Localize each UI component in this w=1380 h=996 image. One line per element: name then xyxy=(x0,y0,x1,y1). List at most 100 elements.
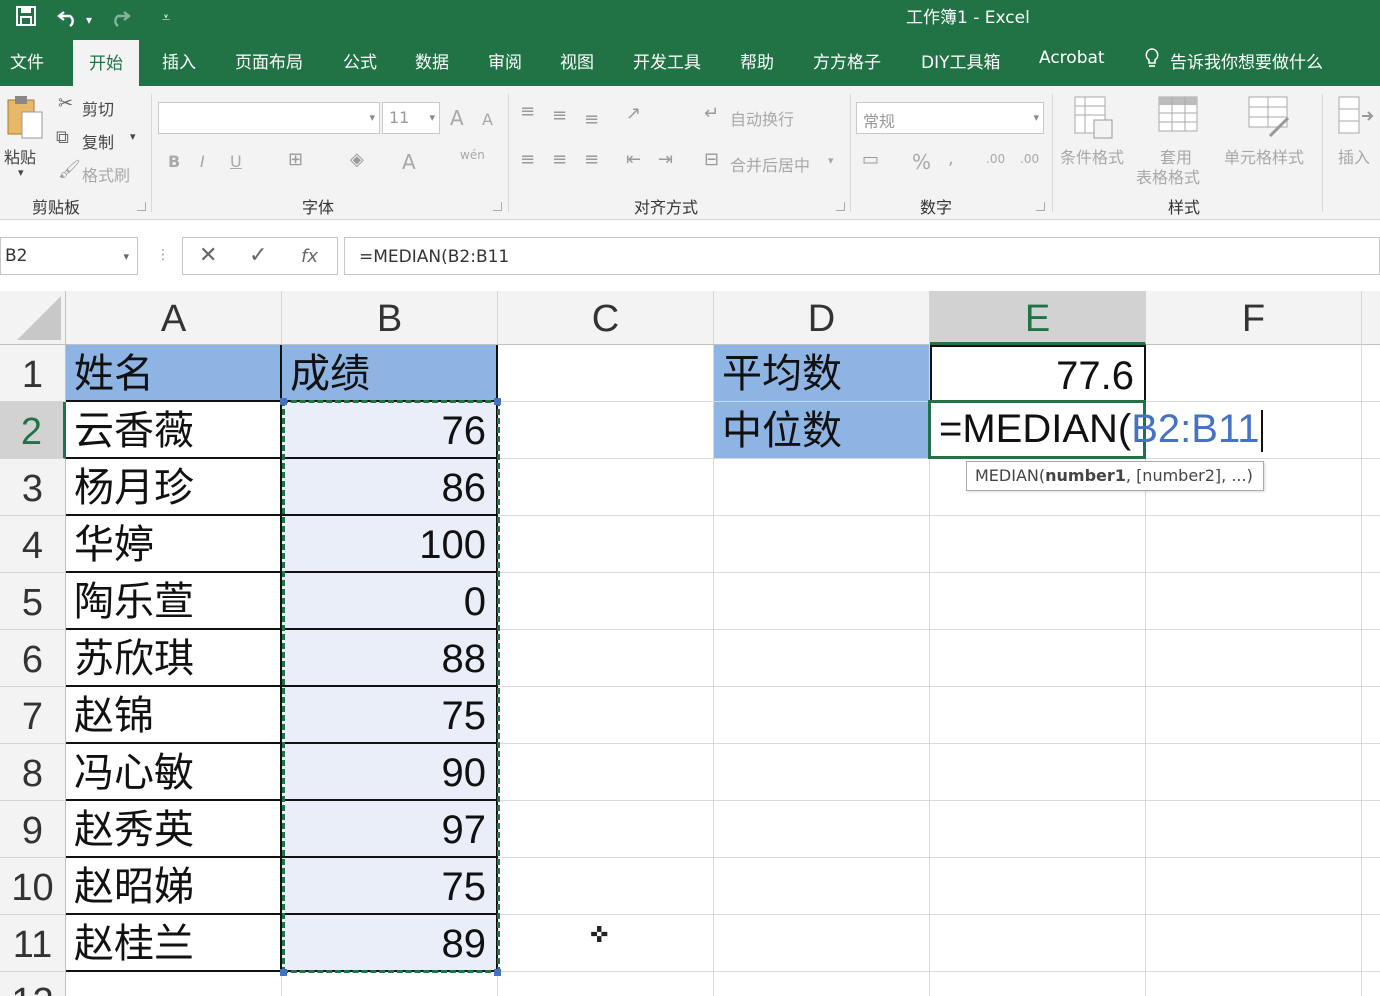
cell[interactable] xyxy=(714,573,930,630)
tab-view[interactable]: 视图 xyxy=(560,48,594,73)
cancel-formula-button[interactable]: ✕ xyxy=(199,243,217,268)
cell[interactable] xyxy=(498,687,714,744)
percent-button[interactable]: % xyxy=(912,150,931,174)
format-painter-button[interactable]: 格式刷 xyxy=(82,162,130,186)
alignment-launcher-icon[interactable] xyxy=(836,202,845,211)
brush-icon[interactable]: 🖌 xyxy=(58,160,81,180)
row-header-9[interactable]: 9 xyxy=(0,801,66,858)
header-cell-name[interactable]: 姓名 xyxy=(66,345,282,402)
cell-style-button[interactable]: 单元格样式 xyxy=(1224,144,1304,168)
align-bottom-icon[interactable]: ≡ xyxy=(584,110,599,130)
average-value-cell[interactable]: 77.6 xyxy=(930,345,1146,402)
cell[interactable] xyxy=(930,744,1146,801)
cell-style-icon[interactable] xyxy=(1248,96,1292,145)
cut-button[interactable]: 剪切 xyxy=(82,96,114,120)
align-top-icon[interactable]: ≡ xyxy=(520,102,535,122)
name-cell[interactable]: 赵桂兰 xyxy=(66,915,282,972)
range-handle[interactable] xyxy=(280,398,287,405)
cell[interactable] xyxy=(714,972,930,996)
save-icon[interactable] xyxy=(14,4,38,33)
splitter-dots-icon[interactable]: ⋮ xyxy=(156,247,170,263)
cell[interactable] xyxy=(1362,915,1380,972)
paste-button[interactable]: 粘贴 xyxy=(4,144,36,168)
cell[interactable] xyxy=(714,744,930,801)
cell[interactable] xyxy=(1146,630,1362,687)
merge-dropdown-icon[interactable]: ▾ xyxy=(828,154,834,167)
merge-center-button[interactable]: 合并后居中 xyxy=(730,152,810,176)
range-handle[interactable] xyxy=(494,969,501,976)
tab-data[interactable]: 数据 xyxy=(415,48,449,73)
cell[interactable] xyxy=(498,402,714,459)
font-launcher-icon[interactable] xyxy=(493,202,502,211)
wrap-text-icon[interactable]: ↵ xyxy=(704,104,719,124)
conditional-format-button[interactable]: 条件格式 xyxy=(1060,144,1124,168)
select-all-button[interactable] xyxy=(0,291,66,345)
row-header-6[interactable]: 6 xyxy=(0,630,66,687)
tab-formulas[interactable]: 公式 xyxy=(343,48,377,73)
column-header-e[interactable]: E xyxy=(930,291,1146,345)
font-name-combo[interactable]: ▾ xyxy=(158,102,380,134)
name-cell[interactable]: 苏欣琪 xyxy=(66,630,282,687)
cell[interactable] xyxy=(1146,345,1362,402)
cell[interactable] xyxy=(1362,345,1380,402)
table-format-icon[interactable] xyxy=(1158,96,1202,145)
customize-qat-icon[interactable]: ⩡ xyxy=(162,6,170,30)
align-center-icon[interactable]: ≡ xyxy=(552,150,567,170)
cell[interactable] xyxy=(930,801,1146,858)
row-header-4[interactable]: 4 xyxy=(0,516,66,573)
cell[interactable] xyxy=(498,573,714,630)
cell[interactable] xyxy=(930,516,1146,573)
score-cell[interactable]: 89 xyxy=(282,915,498,972)
merge-icon[interactable]: ⊟ xyxy=(704,150,719,170)
name-cell[interactable]: 云香薇 xyxy=(66,402,282,459)
median-label-cell[interactable]: 中位数 xyxy=(714,402,930,459)
name-cell[interactable]: 华婷 xyxy=(66,516,282,573)
cell[interactable] xyxy=(1146,915,1362,972)
score-cell[interactable]: 88 xyxy=(282,630,498,687)
copy-dropdown-icon[interactable]: ▾ xyxy=(130,130,136,143)
comma-button[interactable]: , xyxy=(948,148,954,169)
range-handle[interactable] xyxy=(280,969,287,976)
score-cell[interactable]: 75 xyxy=(282,858,498,915)
cell[interactable] xyxy=(1146,801,1362,858)
align-right-icon[interactable]: ≡ xyxy=(584,150,599,170)
row-header-1[interactable]: 1 xyxy=(0,345,66,402)
score-cell[interactable]: 86 xyxy=(282,459,498,516)
align-left-icon[interactable]: ≡ xyxy=(520,150,535,170)
cell[interactable] xyxy=(714,516,930,573)
insert-cells-button[interactable]: 插入 xyxy=(1338,144,1370,168)
cell[interactable] xyxy=(1362,801,1380,858)
number-launcher-icon[interactable] xyxy=(1036,202,1045,211)
tab-file[interactable]: 文件 xyxy=(10,48,44,73)
row-header-8[interactable]: 8 xyxy=(0,744,66,801)
name-cell[interactable]: 冯心敏 xyxy=(66,744,282,801)
cell[interactable] xyxy=(1362,858,1380,915)
cell[interactable] xyxy=(1362,687,1380,744)
fill-color-icon[interactable]: ◈ xyxy=(350,150,364,170)
cell[interactable] xyxy=(1362,972,1380,996)
font-size-combo[interactable]: 11 ▾ xyxy=(382,102,440,134)
column-header-b[interactable]: B xyxy=(282,291,498,345)
name-cell[interactable]: 赵昭娣 xyxy=(66,858,282,915)
align-middle-icon[interactable]: ≡ xyxy=(552,106,567,126)
tab-home[interactable]: 开始 xyxy=(73,40,139,86)
font-color-button[interactable]: A xyxy=(402,150,416,174)
score-cell[interactable]: 0 xyxy=(282,573,498,630)
name-cell[interactable]: 杨月珍 xyxy=(66,459,282,516)
cell[interactable] xyxy=(1362,630,1380,687)
undo-icon[interactable] xyxy=(56,4,80,33)
cell[interactable] xyxy=(1362,402,1380,459)
cell[interactable] xyxy=(714,687,930,744)
cell[interactable] xyxy=(498,972,714,996)
cell[interactable] xyxy=(1146,858,1362,915)
header-cell-score[interactable]: 成绩 xyxy=(282,345,498,402)
cell[interactable] xyxy=(498,858,714,915)
score-cell[interactable]: 90 xyxy=(282,744,498,801)
italic-button[interactable]: I xyxy=(200,152,205,171)
column-header-c[interactable]: C xyxy=(498,291,714,345)
row-header-7[interactable]: 7 xyxy=(0,687,66,744)
copy-button[interactable]: 复制 xyxy=(82,129,114,153)
row-header-11[interactable]: 11 xyxy=(0,915,66,972)
cell[interactable] xyxy=(930,630,1146,687)
score-cell[interactable]: 100 xyxy=(282,516,498,573)
